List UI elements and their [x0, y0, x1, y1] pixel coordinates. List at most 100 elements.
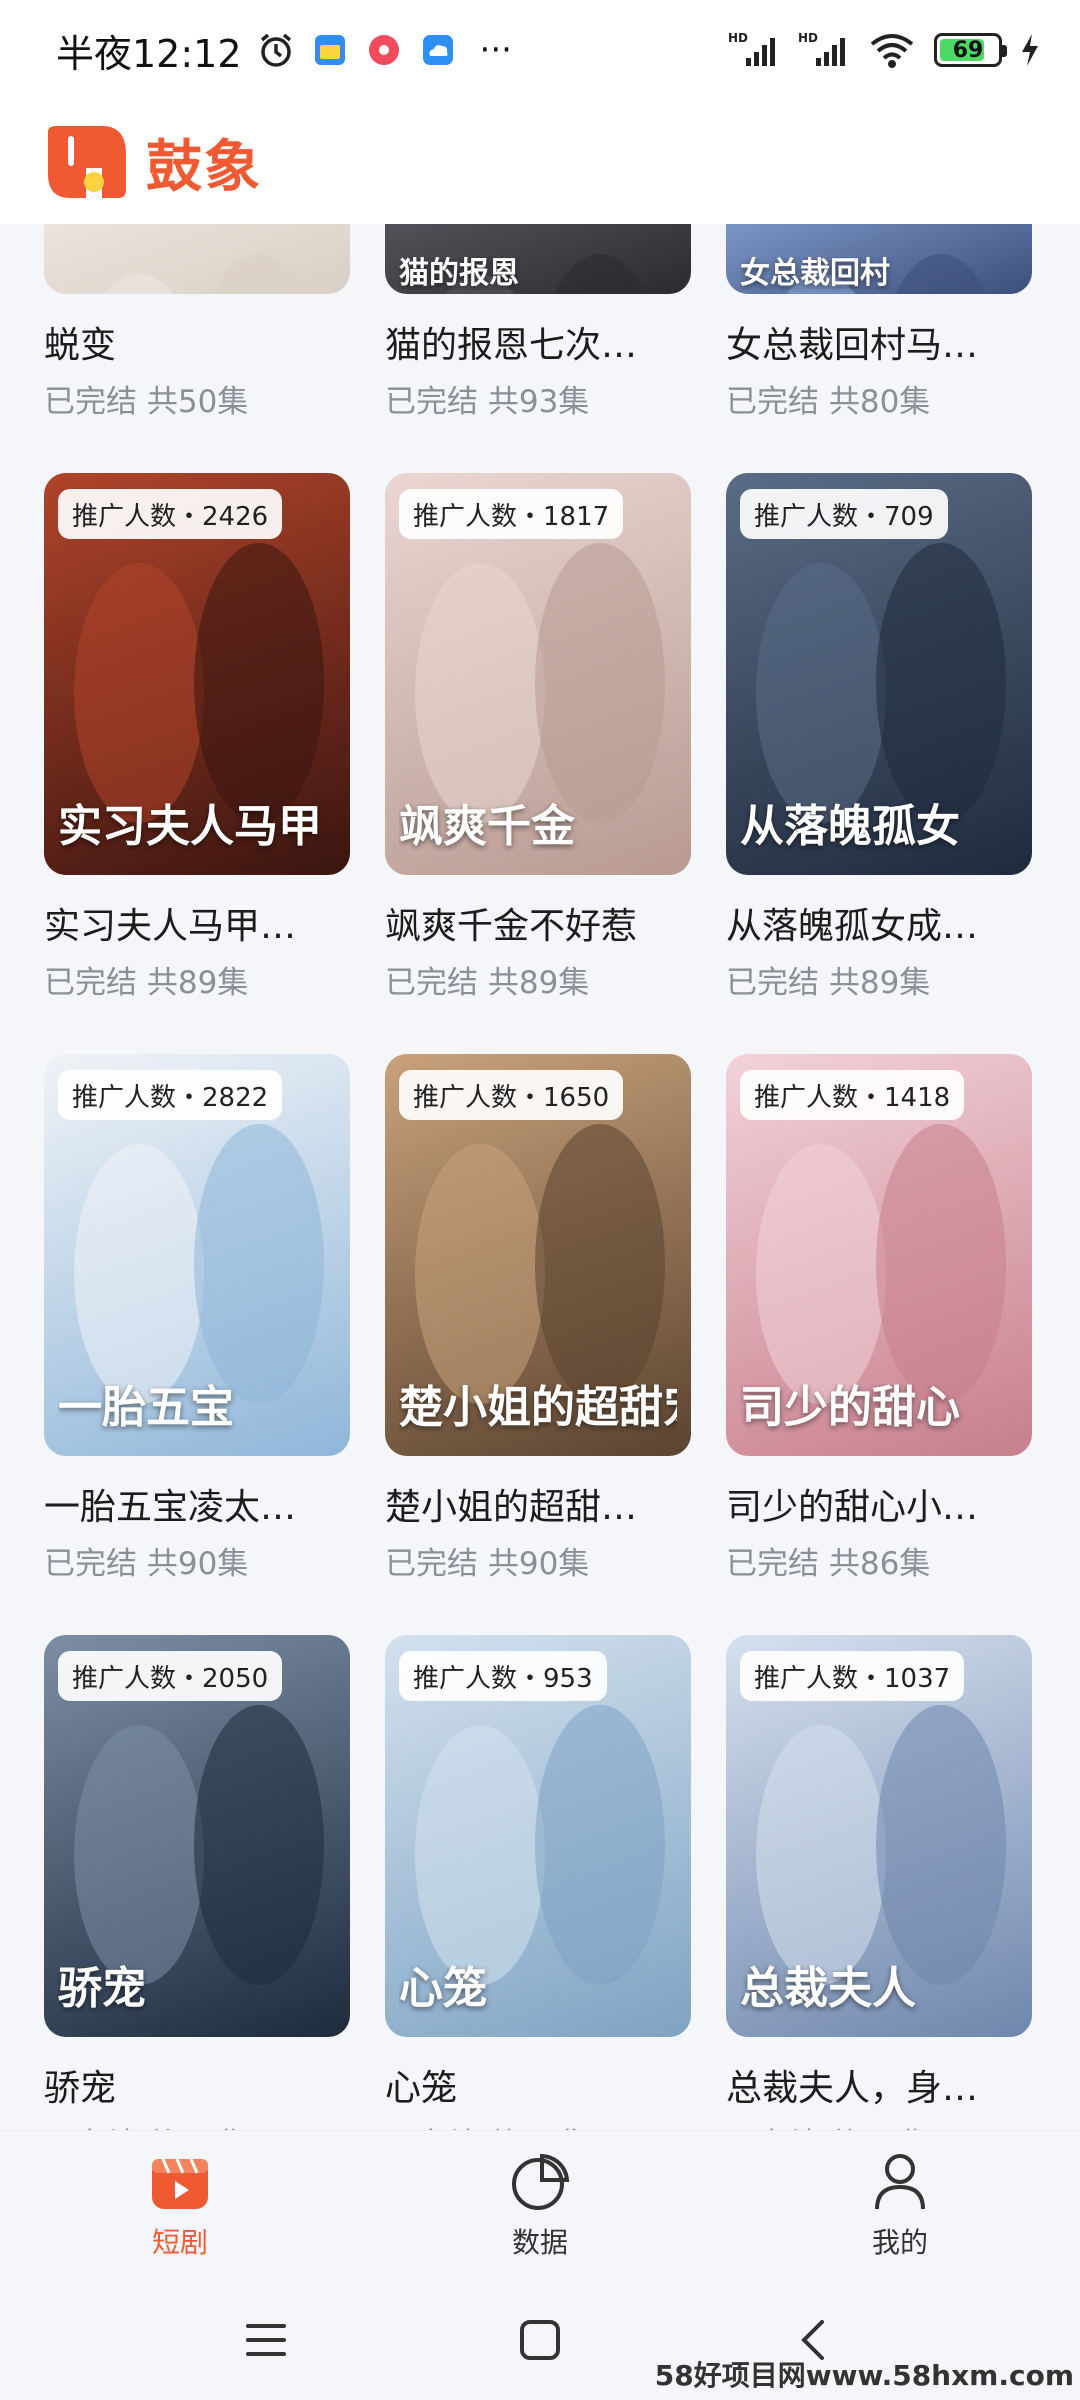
drama-poster[interactable]: 楚小姐的超甜宠婚推广人数・1650 — [385, 1054, 691, 1456]
poster-figure — [756, 563, 886, 823]
drama-title[interactable]: 飒爽千金不好惹 — [385, 897, 691, 949]
meta-separator — [819, 1546, 829, 1582]
drama-card[interactable]: 从落魄孤女 推广人数・709 从落魄孤女成… 已完结 共89集 — [726, 473, 1032, 1002]
drama-meta: 已完结 共50集 — [44, 376, 350, 421]
drama-card[interactable]: 蜕变已完结 共50集 — [44, 224, 350, 421]
poster-title-art: 一胎五宝 — [58, 1383, 234, 1432]
drama-title[interactable]: 楚小姐的超甜… — [385, 1478, 691, 1530]
drama-title[interactable]: 蜕变 — [44, 316, 350, 368]
poster-figure — [876, 543, 1006, 823]
poster-figure — [415, 1725, 545, 1985]
drama-poster[interactable]: 实习夫人马甲 推广人数・2426 — [44, 473, 350, 875]
tab-mine[interactable]: 我的 — [800, 2151, 1000, 2261]
drama-card[interactable]: 骄宠 推广人数・2050 骄宠已完结 共48集 — [44, 1635, 350, 2130]
drama-poster[interactable]: 飒爽千金 推广人数・1817 — [385, 473, 691, 875]
drama-meta: 已完结 共89集 — [385, 957, 691, 1002]
drama-title[interactable]: 司少的甜心小… — [726, 1478, 1032, 1530]
drama-card[interactable]: 猫的报恩猫的报恩七次… 已完结 共93集 — [385, 224, 691, 421]
drama-status: 已完结 — [385, 384, 478, 420]
drama-episodes: 共86集 — [828, 1546, 931, 1582]
drama-title[interactable]: 骄宠 — [44, 2059, 350, 2111]
poster-title-art: 司少的甜心 — [740, 1383, 960, 1432]
menu-icon[interactable] — [244, 2318, 288, 2362]
drama-card[interactable]: 飒爽千金 推广人数・1817 飒爽千金不好惹已完结 共89集 — [385, 473, 691, 1002]
drama-title[interactable]: 一胎五宝凌太… — [44, 1478, 350, 1530]
drama-meta: 已完结 共93集 — [385, 376, 691, 421]
drama-poster[interactable]: 司少的甜心 推广人数・1418 — [726, 1054, 1032, 1456]
poster-title-art: 总裁夫人 — [740, 1964, 916, 2013]
drama-poster[interactable]: 猫的报恩 — [385, 224, 691, 294]
drama-poster[interactable]: 一胎五宝 推广人数・2822 — [44, 1054, 350, 1456]
status-left: 半夜12:12 ··· — [56, 23, 512, 78]
drama-card[interactable]: 总裁夫人 推广人数・1037 总裁夫人，身… 已完结 共18集 — [726, 1635, 1032, 2130]
cloud-app-icon — [422, 35, 453, 65]
signal-hd-2-icon: HD — [798, 31, 845, 66]
drama-meta: 已完结 共48集 — [44, 2119, 350, 2130]
drama-meta: 已完结 共50集 — [385, 2119, 691, 2130]
poster-figure — [415, 563, 545, 823]
meta-separator — [478, 965, 488, 1001]
svg-text:HD: HD — [728, 31, 748, 45]
poster-title-art: 心笼 — [399, 1964, 487, 2013]
svg-text:HD: HD — [798, 31, 818, 45]
poster-figure — [194, 254, 324, 294]
drama-episodes: 共93集 — [487, 384, 590, 420]
drama-title[interactable]: 从落魄孤女成… — [726, 897, 1032, 949]
promoter-count-badge: 推广人数・2426 — [58, 489, 283, 539]
home-icon[interactable] — [518, 2318, 562, 2362]
app-name: 鼓象 — [146, 134, 262, 200]
drama-poster[interactable]: 骄宠 推广人数・2050 — [44, 1635, 350, 2037]
drama-status: 已完结 — [44, 1546, 137, 1582]
poster-title-art: 骄宠 — [58, 1964, 146, 2013]
drama-card[interactable]: 心笼 推广人数・953 心笼已完结 共50集 — [385, 1635, 691, 2130]
drama-meta: 已完结 共90集 — [385, 1538, 691, 1583]
drama-card[interactable]: 一胎五宝 推广人数・2822 一胎五宝凌太… 已完结 共90集 — [44, 1054, 350, 1583]
drama-meta: 已完结 共18集 — [726, 2119, 1032, 2130]
drama-title[interactable]: 总裁夫人，身… — [726, 2059, 1032, 2111]
music-app-icon — [368, 35, 399, 65]
poster-figure — [535, 1124, 665, 1404]
drama-poster[interactable] — [44, 224, 350, 294]
meta-separator — [137, 1546, 147, 1582]
poster-figure — [876, 1705, 1006, 1985]
promoter-count-badge: 推广人数・953 — [399, 1651, 607, 1701]
drama-poster[interactable]: 总裁夫人 推广人数・1037 — [726, 1635, 1032, 2037]
poster-figure — [194, 543, 324, 823]
drama-title[interactable]: 猫的报恩七次… — [385, 316, 691, 368]
battery-tip — [1002, 45, 1007, 57]
drama-card[interactable]: 司少的甜心 推广人数・1418 司少的甜心小… 已完结 共86集 — [726, 1054, 1032, 1583]
drama-title[interactable]: 实习夫人马甲… — [44, 897, 350, 949]
meta-separator — [478, 384, 488, 420]
drama-status: 已完结 — [726, 384, 819, 420]
drama-status: 已完结 — [44, 965, 137, 1001]
tab-label: 我的 — [871, 2225, 928, 2259]
drama-card[interactable]: 女总裁回村 女总裁回村马… 已完结 共80集 — [726, 224, 1032, 421]
poster-title-art: 实习夫人马甲 — [58, 802, 322, 851]
poster-title-art: 楚小姐的超甜宠婚 — [399, 1383, 677, 1432]
drama-poster[interactable]: 从落魄孤女 推广人数・709 — [726, 473, 1032, 875]
drama-status: 已完结 — [726, 965, 819, 1001]
drama-poster[interactable]: 心笼 推广人数・953 — [385, 1635, 691, 2037]
drama-meta: 已完结 共89集 — [44, 957, 350, 1002]
tab-data[interactable]: 数据 — [440, 2151, 640, 2261]
drama-card[interactable]: 楚小姐的超甜宠婚推广人数・1650 楚小姐的超甜… 已完结 共90集 — [385, 1054, 691, 1583]
watermark: 58好项目网www.58hxm.com — [654, 2359, 1074, 2392]
promoter-count-badge: 推广人数・1418 — [740, 1070, 965, 1120]
drama-episodes: 共90集 — [146, 1546, 249, 1582]
drama-title[interactable]: 心笼 — [385, 2059, 691, 2111]
tab-label: 短剧 — [151, 2225, 208, 2259]
battery-text: 69 — [952, 37, 984, 63]
meta-separator — [137, 965, 147, 1001]
status-bar: 半夜12:12 ··· HD HD 69 — [0, 0, 1080, 100]
app-header: 鼓象 — [0, 100, 1080, 224]
tab-short-drama[interactable]: 短剧 — [80, 2151, 280, 2261]
elephant-logo-icon — [48, 126, 126, 198]
drama-list[interactable]: 蜕变 已完结 共50集 猫的报恩 猫的报恩七次… 已完结 共93集 女总裁回村 女总裁回村马… — [0, 224, 1080, 2130]
meta-separator — [819, 965, 829, 1001]
alarm-icon — [260, 33, 291, 67]
drama-poster[interactable]: 女总裁回村 — [726, 224, 1032, 294]
poster-figure — [876, 1124, 1006, 1404]
drama-title[interactable]: 女总裁回村马… — [726, 316, 1032, 368]
poster-figure — [756, 1725, 886, 1985]
drama-card[interactable]: 实习夫人马甲 推广人数・2426 实习夫人马甲… 已完结 共89集 — [44, 473, 350, 1002]
